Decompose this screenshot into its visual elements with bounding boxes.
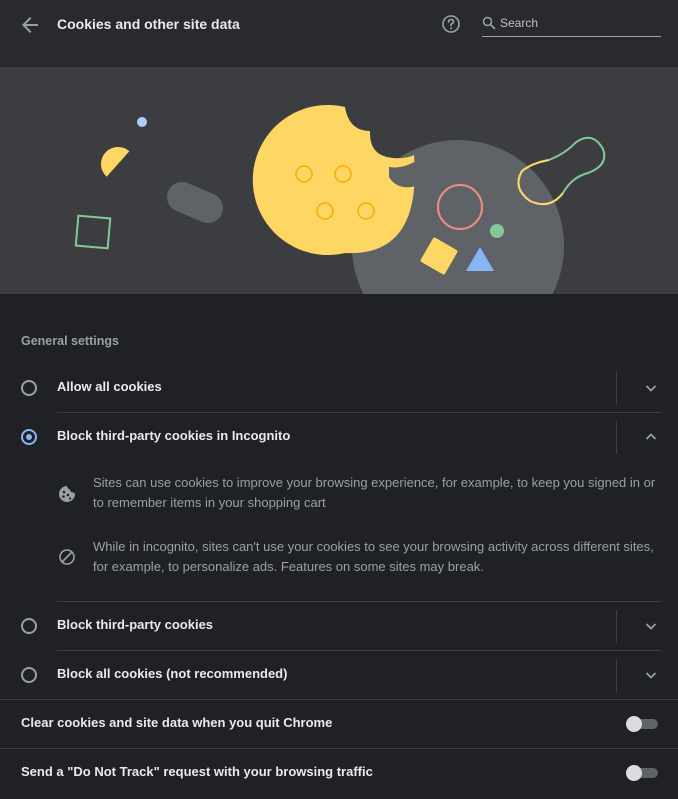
expand-button[interactable]	[642, 379, 660, 397]
search-field[interactable]	[482, 12, 661, 37]
help-button[interactable]	[440, 13, 462, 35]
chevron-up-icon	[645, 433, 657, 440]
chevron-down-icon	[645, 623, 657, 630]
option-block-third-party-incognito[interactable]: Block third-party cookies in Incognito	[0, 413, 678, 461]
back-button[interactable]	[18, 13, 42, 37]
detail-text-cookies: Sites can use cookies to improve your br…	[93, 475, 656, 510]
radio-block-all-cookies[interactable]	[21, 667, 37, 683]
toggle-knob	[626, 765, 642, 781]
toggle-knob	[626, 716, 642, 732]
chevron-down-icon	[645, 672, 657, 679]
section-label-general-settings: General settings	[21, 334, 119, 348]
option-allow-all-cookies[interactable]: Allow all cookies	[0, 364, 678, 412]
do-not-track-toggle[interactable]	[626, 765, 658, 781]
page-title: Cookies and other site data	[57, 16, 240, 32]
row-separator	[616, 421, 617, 454]
help-circle-icon	[442, 15, 460, 33]
collapse-button[interactable]	[642, 428, 660, 446]
option-label: Block all cookies (not recommended)	[57, 666, 288, 681]
toggle-label: Clear cookies and site data when you qui…	[21, 715, 333, 730]
illustration-graphic	[74, 104, 606, 294]
page-header: Cookies and other site data	[0, 0, 678, 67]
row-separator	[616, 610, 617, 643]
cookie-icon	[59, 486, 75, 502]
clear-on-exit-toggle[interactable]	[626, 716, 658, 732]
option-block-all-cookies[interactable]: Block all cookies (not recommended)	[0, 651, 678, 699]
expand-button[interactable]	[642, 666, 660, 684]
cookies-illustration	[0, 67, 678, 294]
expand-button[interactable]	[642, 617, 660, 635]
setting-do-not-track: Send a "Do Not Track" request with your …	[0, 749, 678, 797]
setting-clear-on-exit: Clear cookies and site data when you qui…	[0, 700, 678, 748]
row-separator	[616, 372, 617, 405]
search-icon	[482, 16, 496, 30]
radio-block-third-party-cookies[interactable]	[21, 618, 37, 634]
radio-allow-all-cookies[interactable]	[21, 380, 37, 396]
option-label: Block third-party cookies	[57, 617, 214, 632]
row-separator	[616, 659, 617, 692]
toggle-label: Send a "Do Not Track" request with your …	[21, 764, 373, 779]
chevron-down-icon	[645, 385, 657, 392]
detail-text-incognito: While in incognito, sites can't use your…	[93, 539, 654, 574]
search-input[interactable]	[500, 14, 655, 32]
option-block-third-party-cookies[interactable]: Block third-party cookies	[0, 602, 678, 650]
arrow-back-icon	[22, 17, 38, 33]
radio-block-third-party-incognito[interactable]	[21, 429, 37, 445]
option-label: Allow all cookies	[57, 379, 162, 394]
block-icon	[59, 549, 75, 565]
option-label: Block third-party cookies in Incognito	[57, 428, 291, 443]
